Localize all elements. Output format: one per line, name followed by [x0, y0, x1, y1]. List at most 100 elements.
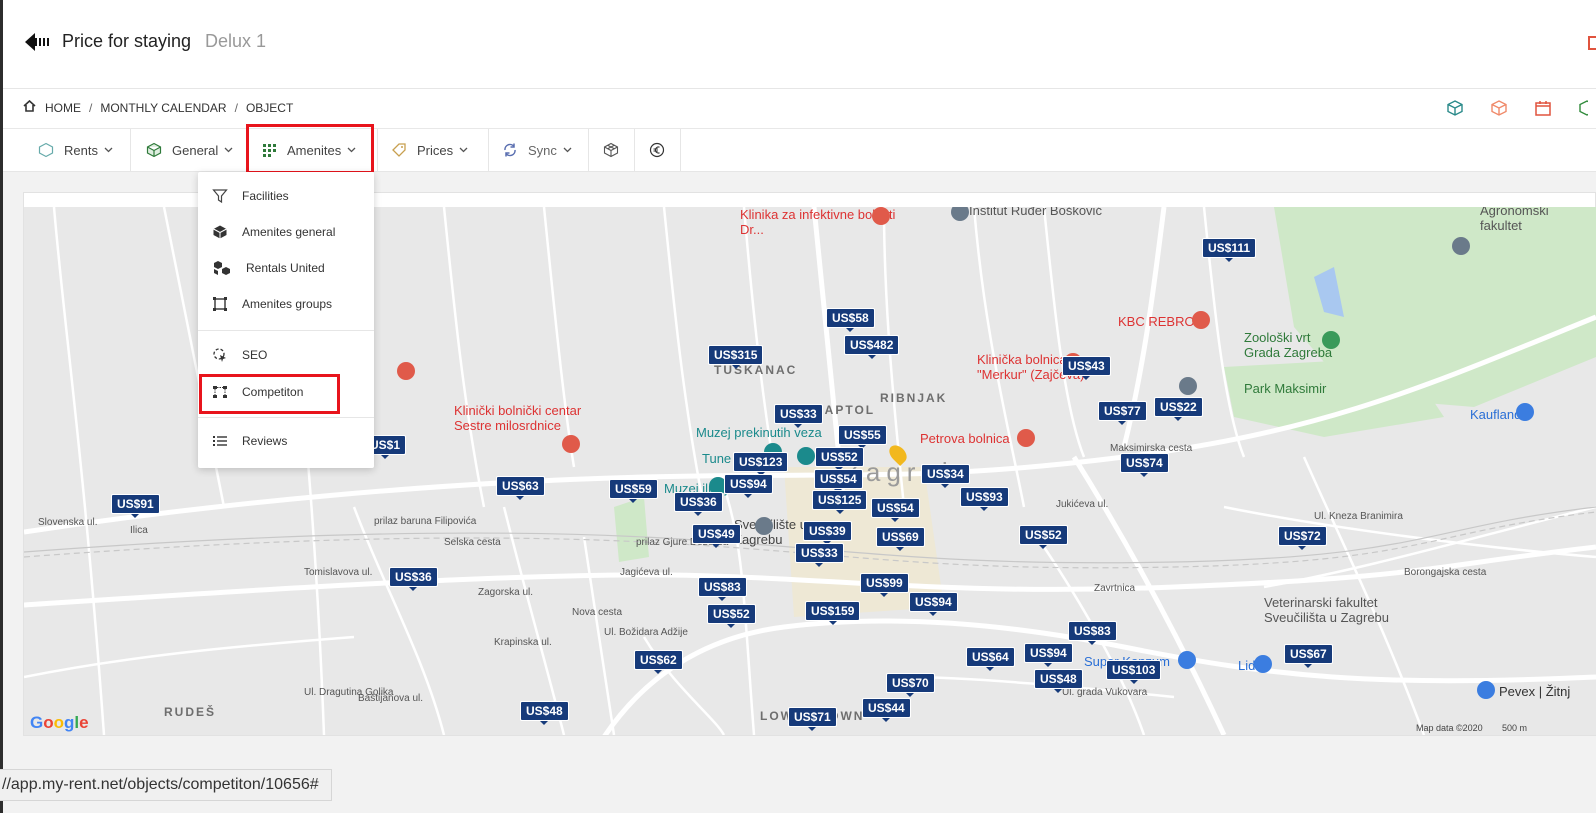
- shop-marker-icon[interactable]: [1178, 651, 1196, 669]
- price-pin[interactable]: US$67: [1284, 644, 1333, 668]
- price-pin[interactable]: US$34: [921, 464, 970, 488]
- calendar-icon[interactable]: [1588, 35, 1596, 56]
- cube-icon[interactable]: [1446, 99, 1464, 117]
- price-pin[interactable]: US$94: [909, 592, 958, 616]
- place-label[interactable]: Institut Ruđer Bošković: [969, 207, 1102, 218]
- price-pin[interactable]: US$59: [609, 479, 658, 503]
- price-pin[interactable]: US$36: [389, 567, 438, 591]
- menu-item-rentals-united[interactable]: Rentals United: [198, 251, 374, 285]
- place-label[interactable]: Tune: [702, 451, 731, 466]
- place-label[interactable]: Agronomski fakultet: [1480, 207, 1560, 233]
- menu-item-reviews[interactable]: Reviews: [198, 424, 374, 458]
- price-pin[interactable]: US$103: [1106, 660, 1162, 684]
- price-pin[interactable]: US$54: [814, 469, 863, 493]
- price-pin[interactable]: US$69: [876, 527, 925, 551]
- price-pin[interactable]: US$159: [805, 601, 861, 625]
- price-pin[interactable]: US$315: [708, 345, 764, 369]
- price-pin[interactable]: US$91: [111, 494, 160, 518]
- price-pin[interactable]: US$49: [692, 524, 741, 548]
- price-pin[interactable]: US$94: [1024, 643, 1073, 667]
- price-pin[interactable]: US$44: [862, 698, 911, 722]
- price-pin[interactable]: US$70: [886, 673, 935, 697]
- calendar-icon[interactable]: [1534, 99, 1552, 117]
- price-pin[interactable]: US$71: [788, 707, 837, 731]
- museum-marker-icon[interactable]: [797, 447, 815, 465]
- hospital-marker-icon[interactable]: [562, 435, 580, 453]
- price-pin[interactable]: US$33: [795, 543, 844, 567]
- price-pin[interactable]: US$74: [1120, 453, 1169, 477]
- menu-item-facilities[interactable]: Facilities: [198, 179, 374, 213]
- price-pin[interactable]: US$48: [520, 701, 569, 725]
- hospital-marker-icon[interactable]: [1017, 429, 1035, 447]
- price-pin[interactable]: US$62: [634, 650, 683, 674]
- place-label[interactable]: KBC REBRO: [1118, 314, 1195, 329]
- tab-rents[interactable]: Rents: [26, 129, 131, 171]
- tab-euro[interactable]: [634, 129, 681, 171]
- price-pin[interactable]: US$83: [698, 577, 747, 601]
- tab-prices[interactable]: Prices: [377, 129, 489, 171]
- hospital-marker-icon[interactable]: [872, 207, 890, 225]
- tab-label: General: [172, 142, 219, 158]
- place-label[interactable]: Kaufland: [1470, 407, 1521, 422]
- place-label[interactable]: Klinički bolnički centar Sestre milosrdn…: [454, 403, 604, 433]
- menu-item-competiton[interactable]: Competiton: [198, 375, 374, 409]
- tab-3d[interactable]: [588, 129, 635, 171]
- price-pin[interactable]: US$83: [1068, 621, 1117, 645]
- price-pin[interactable]: US$43: [1062, 356, 1111, 380]
- quick-actions: [1420, 99, 1596, 117]
- school-marker-icon[interactable]: [1452, 237, 1470, 255]
- place-label[interactable]: Zoološki vrt Grada Zagreba: [1244, 330, 1334, 360]
- breadcrumb-monthly-calendar[interactable]: MONTHLY CALENDAR: [100, 101, 226, 115]
- district-label: RUDEŠ: [164, 705, 217, 719]
- cube-outline-icon[interactable]: [1490, 99, 1508, 117]
- place-label[interactable]: Pevex | Žitnj: [1499, 684, 1570, 699]
- place-label[interactable]: Veterinarski fakultet Sveučilišta u Zagr…: [1264, 595, 1404, 625]
- price-pin[interactable]: US$52: [1019, 525, 1068, 549]
- home-icon[interactable]: [23, 99, 36, 115]
- price-pin[interactable]: US$36: [674, 492, 723, 516]
- tab-amenites[interactable]: Amenites: [247, 129, 378, 171]
- price-pin[interactable]: US$111: [1202, 238, 1257, 262]
- hospital-marker-icon[interactable]: [397, 362, 415, 380]
- place-label[interactable]: Park Maksimir: [1244, 381, 1326, 396]
- price-pin[interactable]: US$54: [871, 498, 920, 522]
- shop-marker-icon[interactable]: [1516, 403, 1534, 421]
- zoo-marker-icon[interactable]: [1322, 331, 1340, 349]
- price-pin[interactable]: US$58: [826, 308, 875, 332]
- street-label: Jagićeva ul.: [620, 567, 673, 578]
- school-marker-icon[interactable]: [1179, 377, 1197, 395]
- price-pin[interactable]: US$482: [844, 335, 900, 359]
- price-pin[interactable]: US$93: [960, 487, 1009, 511]
- menu-item-amenites-groups[interactable]: Amenites groups: [198, 287, 374, 321]
- price-pin[interactable]: US$39: [803, 521, 852, 545]
- price-pin[interactable]: US$63: [496, 476, 545, 500]
- price-pin[interactable]: US$123: [733, 452, 789, 476]
- price-pin[interactable]: US$64: [966, 647, 1015, 671]
- price-pin[interactable]: US$52: [707, 604, 756, 628]
- box-icon[interactable]: [1578, 99, 1596, 117]
- school-marker-icon[interactable]: [755, 517, 773, 535]
- price-pin[interactable]: US$125: [812, 490, 868, 514]
- place-label[interactable]: Petrova bolnica: [920, 431, 1010, 446]
- price-pin[interactable]: US$52: [815, 447, 864, 471]
- menu-item-amenites-general[interactable]: Amenites general: [198, 215, 374, 249]
- place-label[interactable]: Muzej prekinutih veza: [696, 425, 822, 440]
- tab-sync[interactable]: Sync: [488, 129, 589, 171]
- price-pin[interactable]: US$48: [1034, 669, 1083, 693]
- price-pin[interactable]: US$72: [1278, 526, 1327, 550]
- breadcrumb-object[interactable]: OBJECT: [246, 101, 293, 115]
- price-pin[interactable]: US$33: [774, 404, 823, 428]
- price-pin[interactable]: US$55: [838, 425, 887, 449]
- price-pin[interactable]: US$99: [860, 573, 909, 597]
- price-pin[interactable]: US$22: [1154, 397, 1203, 421]
- hospital-marker-icon[interactable]: [1192, 311, 1210, 329]
- price-pin[interactable]: US$94: [724, 474, 773, 498]
- shop-marker-icon[interactable]: [1477, 681, 1495, 699]
- menu-item-seo[interactable]: SEO: [198, 338, 374, 372]
- shop-marker-icon[interactable]: [1254, 655, 1272, 673]
- menu-item-label: Amenites groups: [242, 297, 333, 311]
- back-arrow-icon[interactable]: [23, 30, 51, 54]
- tab-general[interactable]: General: [130, 129, 248, 171]
- price-pin[interactable]: US$77: [1098, 401, 1147, 425]
- breadcrumb-home[interactable]: HOME: [45, 101, 81, 115]
